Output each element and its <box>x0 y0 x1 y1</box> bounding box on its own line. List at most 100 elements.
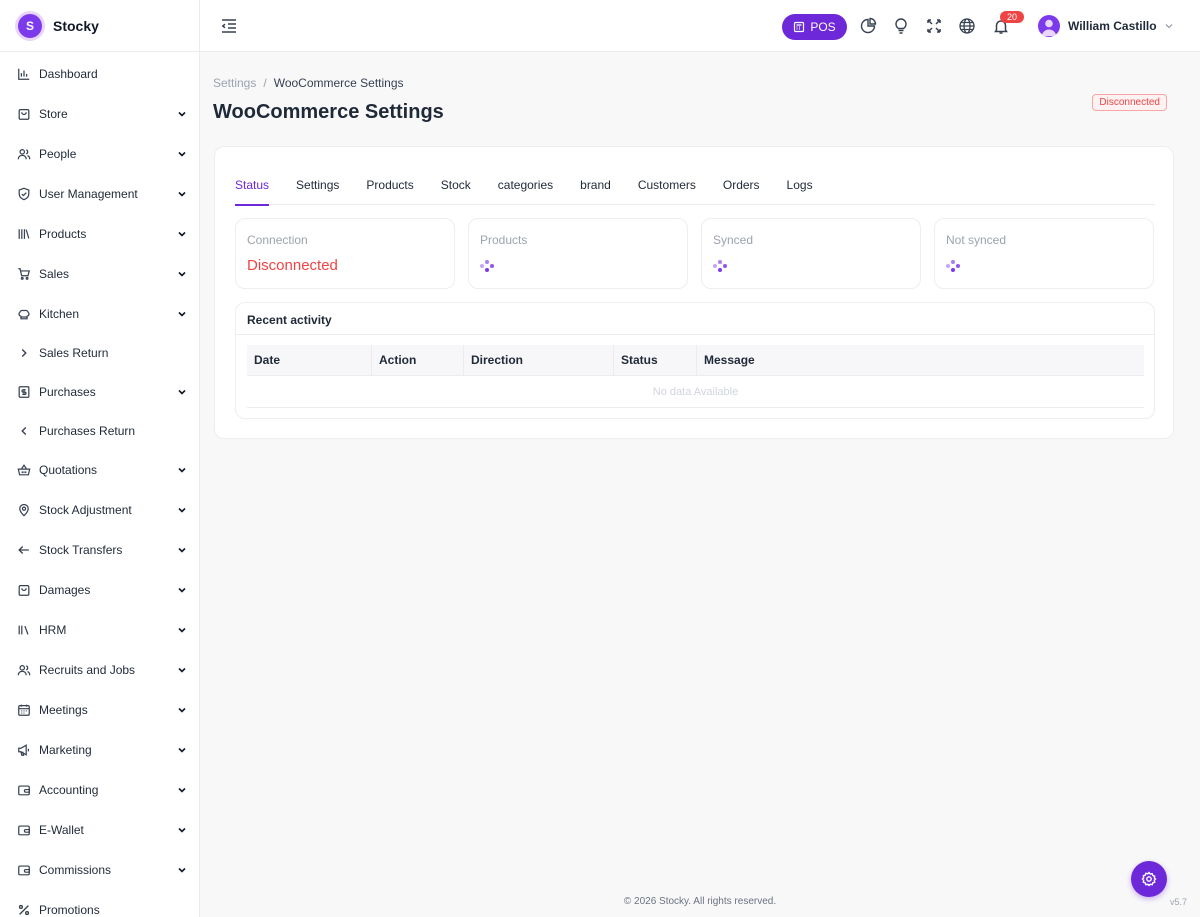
globe-icon[interactable] <box>958 17 976 35</box>
tab-customers[interactable]: Customers <box>638 178 696 205</box>
page-title: WooCommerce Settings <box>213 101 444 123</box>
sidebar-item-sales-return[interactable]: Sales Return <box>0 334 199 372</box>
sidebar-item-store[interactable]: Store <box>0 94 199 134</box>
chevron-down-icon <box>177 149 187 159</box>
sidebar-item-label: Kitchen <box>39 307 80 321</box>
calendar-icon <box>17 703 31 717</box>
sidebar-item-label: Store <box>39 107 68 121</box>
sidebar-item-dashboard[interactable]: Dashboard <box>0 54 199 94</box>
chevron-down-icon <box>177 387 187 397</box>
sidebar-item-label: Commissions <box>39 863 112 877</box>
loading-spinner-icon <box>713 260 727 274</box>
column-header-date[interactable]: Date <box>247 344 372 376</box>
column-header-message[interactable]: Message <box>697 345 1144 376</box>
topbar: POS 20 William Castillo <box>200 0 1200 52</box>
sidebar-item-kitchen[interactable]: Kitchen <box>0 294 199 334</box>
chevron-down-icon <box>177 745 187 755</box>
sidebar-item-label: Accounting <box>39 783 99 797</box>
chevron-down-icon <box>177 189 187 199</box>
stat-card-not-synced: Not synced <box>934 218 1154 289</box>
sidebar-item-damages[interactable]: Damages <box>0 570 199 610</box>
chevron-down-icon <box>177 585 187 595</box>
cart-icon <box>17 267 31 281</box>
wallet-icon <box>17 823 31 837</box>
shield-check-icon <box>17 187 31 201</box>
sidebar-item-products[interactable]: Products <box>0 214 199 254</box>
tab-brand[interactable]: brand <box>580 178 611 205</box>
loading-spinner-icon <box>946 260 960 274</box>
sidebar-item-label: Meetings <box>39 703 88 717</box>
chevron-down-icon <box>1165 24 1173 29</box>
stocky-logo-icon: S <box>18 13 42 38</box>
lightbulb-icon[interactable] <box>892 17 910 35</box>
sidebar-item-recruits-and-jobs[interactable]: Recruits and Jobs <box>0 650 199 690</box>
pie-chart-icon[interactable] <box>859 17 877 35</box>
sidebar-item-label: Sales <box>39 267 70 281</box>
tab-status[interactable]: Status <box>235 178 270 206</box>
chevron-down-icon <box>177 665 187 675</box>
sidebar-item-marketing[interactable]: Marketing <box>0 730 199 770</box>
tab-orders[interactable]: Orders <box>723 178 760 205</box>
sidebar-item-label: Sales Return <box>39 346 109 360</box>
stat-card-connection: Connection Disconnected <box>235 218 455 289</box>
sidebar-item-label: Purchases <box>39 385 96 399</box>
chevron-down-icon <box>177 625 187 635</box>
sidebar-item-label: User Management <box>39 187 138 201</box>
store-bag-icon <box>17 107 31 121</box>
sidebar-item-accounting[interactable]: Accounting <box>0 770 199 810</box>
tab-logs[interactable]: Logs <box>787 178 813 205</box>
footer-copyright: © 2026 Stocky. All rights reserved. <box>623 896 777 907</box>
column-header-direction[interactable]: Direction <box>464 344 614 376</box>
sidebar-item-stock-transfers[interactable]: Stock Transfers <box>0 530 199 570</box>
sidebar-item-commissions[interactable]: Commissions <box>0 850 199 890</box>
sidebar-item-purchases-return[interactable]: Purchases Return <box>0 412 199 450</box>
megaphone-icon <box>17 743 31 757</box>
tab-stock[interactable]: Stock <box>441 178 471 205</box>
receipt-icon <box>17 385 31 399</box>
sidebar-item-user-management[interactable]: User Management <box>0 174 199 214</box>
sidebar-item-label: Recruits and Jobs <box>39 663 136 677</box>
sidebar-item-purchases[interactable]: Purchases <box>0 372 199 412</box>
user-menu[interactable]: William Castillo <box>1038 14 1174 38</box>
settings-fab-button[interactable] <box>1131 861 1167 897</box>
app-name: Stocky <box>53 17 99 34</box>
woocommerce-settings-card: Status Settings Products Stock categorie… <box>214 146 1174 439</box>
stat-label: Not synced <box>946 233 1007 247</box>
tab-products[interactable]: Products <box>366 178 413 205</box>
sidebar-item-meetings[interactable]: Meetings <box>0 690 199 730</box>
sidebar-item-sales[interactable]: Sales <box>0 254 199 294</box>
column-header-action[interactable]: Action <box>372 344 464 376</box>
sidebar-item-hrm[interactable]: HRM <box>0 610 199 650</box>
pos-button[interactable]: POS <box>782 14 847 40</box>
sidebar-item-stock-adjustment[interactable]: Stock Adjustment <box>0 490 199 530</box>
recent-activity-table: Date Action Direction Status Message No … <box>247 344 1144 408</box>
sidebar-item-label: Marketing <box>39 743 92 757</box>
chevron-down-icon <box>177 465 187 475</box>
loading-spinner-icon <box>480 260 494 274</box>
tab-categories[interactable]: categories <box>498 178 553 205</box>
brand[interactable]: S Stocky <box>0 0 199 52</box>
column-header-status[interactable]: Status <box>614 344 697 376</box>
fullscreen-icon[interactable] <box>925 17 943 35</box>
sidebar-item-e-wallet[interactable]: E-Wallet <box>0 810 199 850</box>
bar-chart-icon <box>17 67 31 81</box>
sidebar-item-label: Stock Adjustment <box>39 503 132 517</box>
chevron-down-icon <box>177 865 187 875</box>
breadcrumb-settings[interactable]: Settings <box>213 76 256 90</box>
chevron-down-icon <box>177 545 187 555</box>
table-header: Date Action Direction Status Message <box>247 344 1144 376</box>
connection-status-value: Disconnected <box>247 257 338 274</box>
pos-terminal-icon <box>794 21 805 33</box>
sidebar-item-label: Stock Transfers <box>39 543 123 557</box>
map-pin-icon <box>17 503 31 517</box>
sidebar-item-promotions[interactable]: Promotions <box>0 890 199 917</box>
sidebar-nav: Dashboard Store People User Management P… <box>0 52 199 917</box>
tab-settings[interactable]: Settings <box>296 178 339 205</box>
wallet-icon <box>17 863 31 877</box>
menu-toggle-icon[interactable] <box>220 17 238 35</box>
box-icon <box>17 583 31 597</box>
sidebar-item-quotations[interactable]: Quotations <box>0 450 199 490</box>
chevron-left-icon <box>17 424 31 438</box>
sidebar-item-people[interactable]: People <box>0 134 199 174</box>
stat-card-synced: Synced <box>701 218 921 289</box>
